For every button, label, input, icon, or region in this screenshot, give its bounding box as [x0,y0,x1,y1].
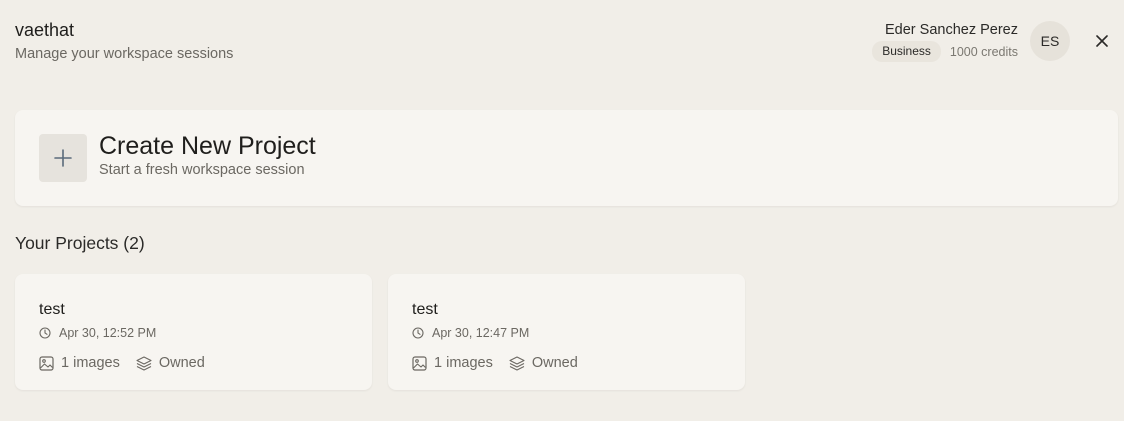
project-date-text: Apr 30, 12:52 PM [59,326,157,340]
create-project-subtitle: Start a fresh workspace session [99,162,305,178]
user-meta: Business 1000 credits [872,41,1018,62]
avatar[interactable]: ES [1030,21,1070,61]
clock-icon [39,327,51,339]
credits-count: 1000 credits [949,44,1018,59]
ownership-text: Owned [531,355,578,371]
project-card[interactable]: test Apr 30, 12:52 PM 1 images Owned [15,274,372,390]
image-icon [39,355,54,371]
project-name: test [39,301,65,318]
image-count: 1 images [39,355,120,371]
plan-badge: Business [872,41,941,62]
close-icon [1096,35,1108,47]
workspace-sessions-page: vaethat Manage your workspace sessions E… [0,0,1124,421]
image-count-text: 1 images [61,355,120,371]
create-project-button[interactable]: Create New Project Start a fresh workspa… [15,110,1118,206]
project-name: test [412,301,438,318]
ownership: Owned [509,355,578,371]
create-project-title: Create New Project [99,132,316,160]
plus-icon [54,149,72,167]
project-date: Apr 30, 12:52 PM [39,326,156,340]
app-title: vaethat [15,20,75,40]
plus-tile [39,134,87,182]
projects-section-title: Your Projects (2) [15,233,145,253]
ownership-text: Owned [158,355,205,371]
close-button[interactable] [1092,31,1112,51]
image-count: 1 images [412,355,493,371]
image-count-text: 1 images [434,355,493,371]
project-card[interactable]: test Apr 30, 12:47 PM 1 images Owned [388,274,745,390]
avatar-initials: ES [1040,33,1060,49]
project-date-text: Apr 30, 12:47 PM [432,326,530,340]
layers-icon [136,355,152,371]
project-stats: 1 images Owned [412,355,594,371]
project-stats: 1 images Owned [39,355,221,371]
app-subtitle: Manage your workspace sessions [15,46,234,62]
clock-icon [412,327,424,339]
user-info: Eder Sanchez Perez Business 1000 credits [872,21,1018,62]
user-name: Eder Sanchez Perez [885,22,1018,38]
image-icon [412,355,427,371]
project-date: Apr 30, 12:47 PM [412,326,529,340]
ownership: Owned [136,355,205,371]
layers-icon [509,355,525,371]
